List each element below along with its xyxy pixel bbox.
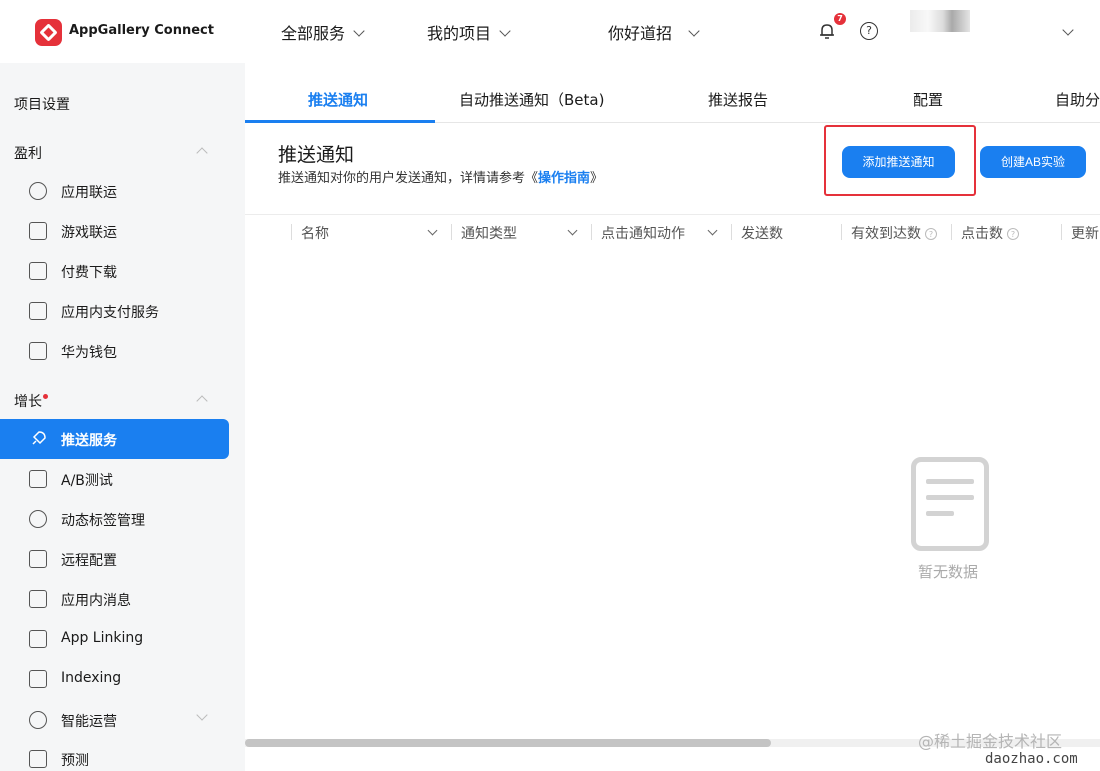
rocket-icon xyxy=(32,431,46,445)
bell-icon[interactable] xyxy=(818,22,836,40)
watermark-site: daozhao.com xyxy=(985,751,1078,767)
sidebar-item-remote-config[interactable]: 远程配置 xyxy=(0,539,229,579)
chart-line-icon xyxy=(29,222,47,240)
chevron-down-icon[interactable] xyxy=(707,225,718,236)
sidebar-item-ab-test[interactable]: A/B测试 xyxy=(0,459,229,499)
tab-push-notification[interactable]: 推送通知 xyxy=(308,89,368,110)
chevron-down-icon xyxy=(688,25,700,37)
tab-auto-push[interactable]: 自动推送通知（Beta) xyxy=(459,89,604,110)
tab-self-service[interactable]: 自助分 xyxy=(1055,89,1100,110)
help-icon[interactable]: ? xyxy=(1007,228,1019,240)
notification-badge: 7 xyxy=(834,13,846,25)
app-title[interactable]: AppGallery Connect xyxy=(69,23,214,38)
receipt-icon xyxy=(29,302,47,320)
column-sent-count: 发送数 xyxy=(741,226,783,242)
nav-my-projects[interactable]: 我的项目 xyxy=(427,20,511,44)
sidebar-item-huawei-wallet[interactable]: 华为钱包 xyxy=(0,331,229,371)
nodes-icon xyxy=(29,182,47,200)
sidebar: 项目设置 盈利 应用联运 游戏联运 付费下载 应用内支付服务 华为钱包 增长 推… xyxy=(0,63,245,771)
sidebar-item-indexing[interactable]: Indexing xyxy=(0,659,229,699)
column-updated: 更新 xyxy=(1071,226,1099,242)
sidebar-item-game-distribution[interactable]: 游戏联运 xyxy=(0,211,229,251)
column-delivered-count: 有效到达数? xyxy=(851,223,937,243)
page-description: 推送通知对你的用户发送通知，详情请参考《操作指南》 xyxy=(278,171,604,186)
nav-project-selector[interactable]: 你好道招 xyxy=(608,20,700,44)
collapse-caret-icon[interactable] xyxy=(196,147,208,159)
sidebar-item-dynamic-tag-manager[interactable]: 动态标签管理 xyxy=(0,499,229,539)
page-title: 推送通知 xyxy=(278,144,355,166)
help-icon[interactable]: ? xyxy=(860,22,878,40)
column-click-action[interactable]: 点击通知动作 xyxy=(601,223,685,243)
sidebar-section-monetize[interactable]: 盈利 xyxy=(14,143,42,163)
column-name[interactable]: 名称 xyxy=(301,223,329,243)
tab-push-report[interactable]: 推送报告 xyxy=(708,89,768,110)
chevron-down-icon xyxy=(499,25,511,37)
ab-test-icon xyxy=(29,470,47,488)
column-notification-type[interactable]: 通知类型 xyxy=(461,223,517,243)
sidebar-item-prediction[interactable]: 预测 xyxy=(0,739,229,771)
wallet-icon xyxy=(29,342,47,360)
chevron-down-icon xyxy=(353,25,365,37)
guide-link[interactable]: 操作指南 xyxy=(538,171,590,186)
sidebar-item-app-linking[interactable]: App Linking xyxy=(0,619,229,659)
user-menu-chevron-icon[interactable] xyxy=(1062,24,1074,36)
top-bar: AppGallery Connect 全部服务 我的项目 你好道招 7 ? xyxy=(0,0,1100,63)
tab-config[interactable]: 配置 xyxy=(913,89,943,110)
sidebar-item-paid-download[interactable]: 付费下载 xyxy=(0,251,229,291)
sidebar-project-settings[interactable]: 项目设置 xyxy=(14,94,70,114)
link-icon xyxy=(29,630,47,648)
nav-all-services[interactable]: 全部服务 xyxy=(281,20,365,44)
tag-nodes-icon xyxy=(29,510,47,528)
sidebar-item-app-distribution[interactable]: 应用联运 xyxy=(0,171,229,211)
prediction-icon xyxy=(29,750,47,768)
chevron-down-icon[interactable] xyxy=(567,225,578,236)
table-header: 名称 通知类型 点击通知动作 发送数 有效到达数? 点击数? 更新 xyxy=(245,214,1100,249)
watermark-community: @稀土掘金技术社区 xyxy=(918,732,1063,751)
add-push-notification-button[interactable]: 添加推送通知 xyxy=(842,146,955,178)
horizontal-scrollbar-thumb[interactable] xyxy=(245,739,771,747)
indexing-icon xyxy=(29,670,47,688)
empty-document-icon xyxy=(911,457,989,551)
yuan-download-icon xyxy=(29,262,47,280)
sidebar-item-in-app-purchase[interactable]: 应用内支付服务 xyxy=(0,291,229,331)
help-icon[interactable]: ? xyxy=(925,228,937,240)
chevron-down-icon[interactable] xyxy=(427,225,438,236)
tab-bar: 推送通知 自动推送通知（Beta) 推送报告 配置 自助分 xyxy=(245,76,1100,123)
appgallery-logo-icon[interactable] xyxy=(35,19,62,46)
remote-config-icon xyxy=(29,550,47,568)
create-ab-test-button[interactable]: 创建AB实验 xyxy=(980,146,1086,178)
column-click-count: 点击数? xyxy=(961,223,1019,243)
smart-ops-icon xyxy=(29,711,47,729)
user-avatar[interactable] xyxy=(910,10,970,32)
sidebar-section-growth[interactable]: 增长 xyxy=(14,391,48,411)
empty-state-text: 暂无数据 xyxy=(918,563,979,581)
collapse-caret-icon[interactable] xyxy=(196,395,208,407)
sidebar-item-in-app-messaging[interactable]: 应用内消息 xyxy=(0,579,229,619)
active-tab-indicator xyxy=(245,120,435,123)
message-icon xyxy=(29,590,47,608)
new-dot-badge xyxy=(43,394,48,399)
sidebar-item-push-service[interactable]: 推送服务 xyxy=(0,419,229,459)
sidebar-item-smart-operations[interactable]: 智能运营 xyxy=(0,700,229,740)
